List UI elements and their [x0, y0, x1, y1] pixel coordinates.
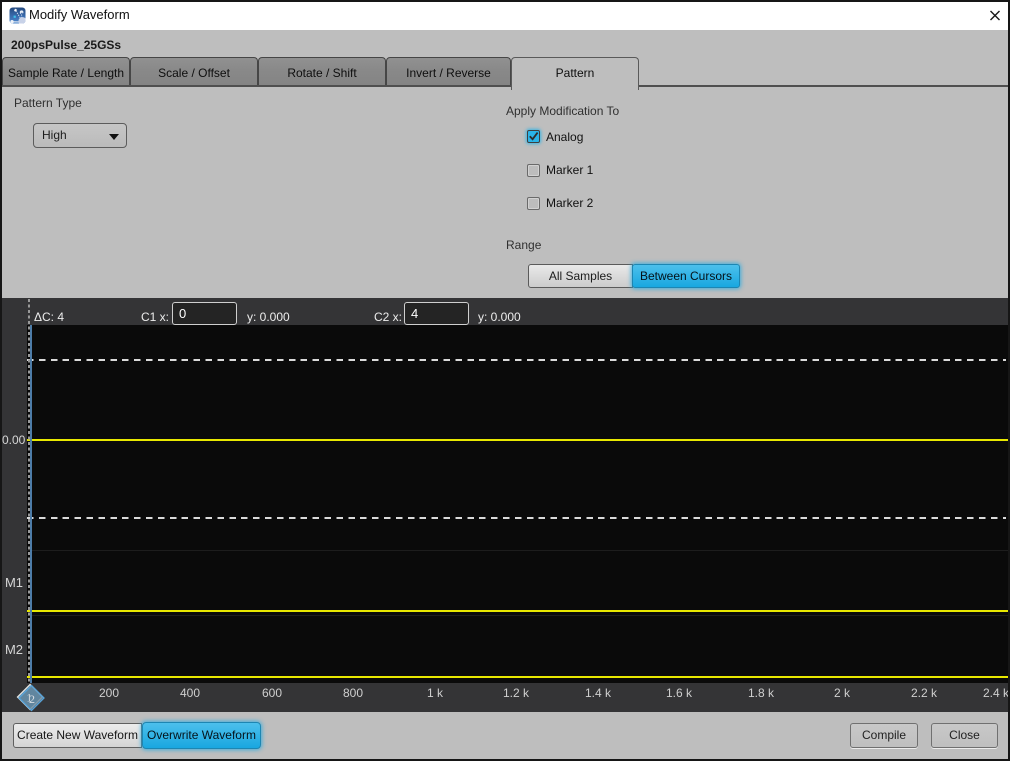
svg-text:2: 2 [29, 692, 35, 706]
